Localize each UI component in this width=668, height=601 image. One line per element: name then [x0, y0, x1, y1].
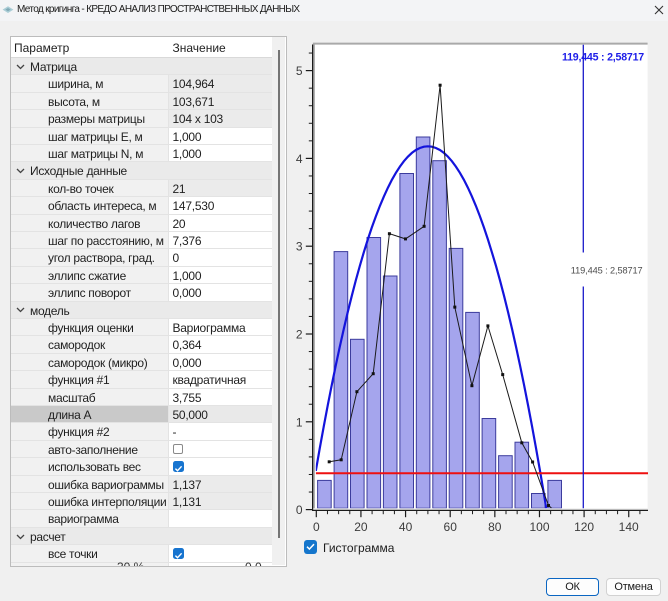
svg-text:80: 80	[488, 520, 502, 534]
svg-text:119,445 : 2,58717: 119,445 : 2,58717	[562, 51, 644, 63]
svg-text:4: 4	[296, 152, 303, 166]
svg-text:40: 40	[399, 520, 413, 534]
svg-text:20: 20	[354, 520, 368, 534]
svg-text:0: 0	[313, 520, 320, 534]
svg-text:5: 5	[296, 64, 303, 78]
svg-text:100: 100	[529, 520, 549, 534]
svg-text:1: 1	[296, 415, 303, 429]
svg-text:119,445 : 2,58717: 119,445 : 2,58717	[571, 266, 643, 276]
svg-text:3: 3	[296, 240, 303, 254]
svg-text:2: 2	[296, 328, 303, 342]
svg-text:120: 120	[574, 520, 594, 534]
svg-text:140: 140	[619, 520, 639, 534]
svg-text:0: 0	[296, 503, 303, 517]
svg-text:60: 60	[444, 520, 458, 534]
